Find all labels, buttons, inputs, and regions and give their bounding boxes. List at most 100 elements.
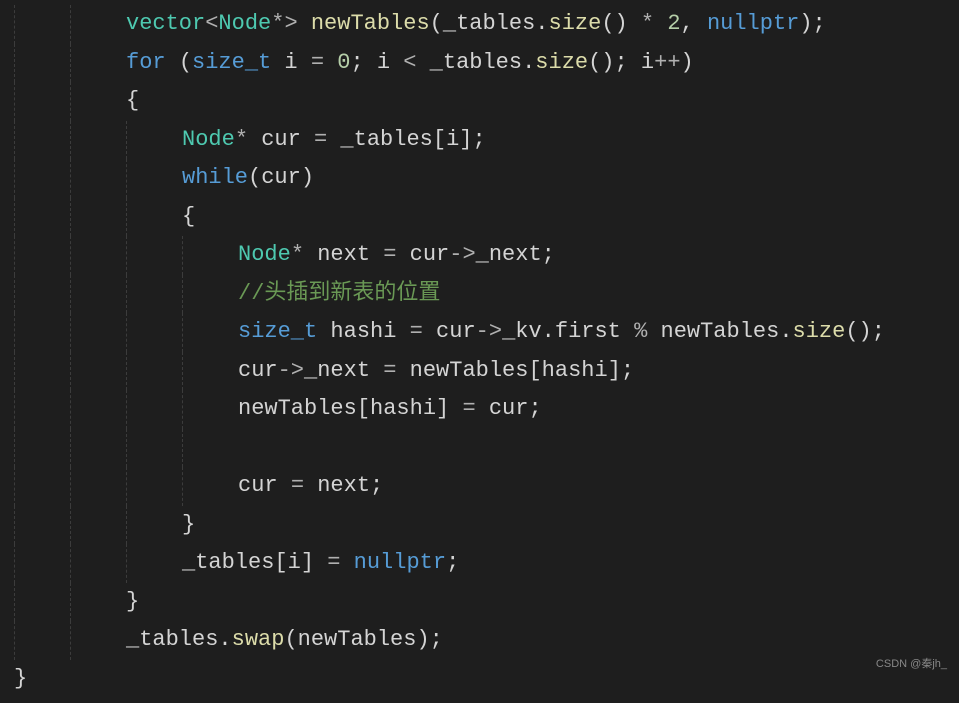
code-text: }: [0, 660, 27, 699]
token-type: Node: [218, 11, 271, 36]
token-text: _next: [476, 242, 542, 267]
token-text: [166, 50, 179, 75]
code-line[interactable]: for (size_t i = 0; i < _tables.size(); i…: [0, 44, 959, 83]
token-operator: *: [235, 127, 248, 152]
token-punct: [: [433, 127, 446, 152]
token-text: _tables: [126, 627, 218, 652]
token-punct: ];: [459, 127, 485, 152]
code-text: }: [0, 583, 139, 622]
token-punct: }: [182, 512, 195, 537]
token-punct: }: [126, 589, 139, 614]
token-text: [324, 50, 337, 75]
token-punct: ;: [528, 396, 541, 421]
token-number: 2: [667, 11, 680, 36]
token-text: newTables: [298, 627, 417, 652]
code-line[interactable]: _tables[i] = nullptr;: [0, 544, 959, 583]
code-line[interactable]: while(cur): [0, 159, 959, 198]
token-operator: =: [462, 396, 475, 421]
code-line[interactable]: //头插到新表的位置: [0, 275, 959, 314]
token-text: cur: [261, 165, 301, 190]
watermark-text: CSDN @秦jh_: [876, 655, 947, 674]
code-line[interactable]: Node* cur = _tables[i];: [0, 121, 959, 160]
token-text: _kv: [502, 319, 542, 344]
token-number: 0: [337, 50, 350, 75]
code-line[interactable]: newTables[hashi] = cur;: [0, 390, 959, 429]
code-line[interactable]: }: [0, 660, 959, 699]
token-operator: ++: [654, 50, 680, 75]
code-line[interactable]: [0, 429, 959, 468]
token-type: Node: [238, 242, 291, 267]
code-line[interactable]: {: [0, 82, 959, 121]
token-punct: ();: [588, 50, 628, 75]
token-punct: .: [542, 319, 555, 344]
token-text: i: [446, 127, 459, 152]
token-text: cur: [238, 473, 291, 498]
code-line[interactable]: {: [0, 198, 959, 237]
token-punct: .: [522, 50, 535, 75]
token-text: cur: [476, 396, 529, 421]
token-method: newTables: [311, 11, 430, 36]
code-editor[interactable]: vector<Node*> newTables(_tables.size() *…: [0, 0, 959, 703]
code-text: newTables[hashi] = cur;: [0, 390, 542, 429]
code-line[interactable]: cur = next;: [0, 467, 959, 506]
code-text: while(cur): [0, 159, 314, 198]
token-punct: (: [284, 627, 297, 652]
token-punct: ;: [446, 550, 459, 575]
token-text: cur: [238, 358, 278, 383]
code-text: vector<Node*> newTables(_tables.size() *…: [0, 5, 826, 44]
code-text: [0, 429, 251, 468]
token-punct: ;: [542, 242, 555, 267]
token-operator: *: [641, 11, 654, 36]
token-operator: <: [403, 50, 416, 75]
token-text: i: [364, 50, 404, 75]
code-line[interactable]: cur->_next = newTables[hashi];: [0, 352, 959, 391]
token-comment: //头插到新表的位置: [238, 281, 440, 306]
code-line[interactable]: vector<Node*> newTables(_tables.size() *…: [0, 5, 959, 44]
token-keyword: size_t: [238, 319, 317, 344]
code-line[interactable]: size_t hashi = cur->_kv.first % newTable…: [0, 313, 959, 352]
token-punct: .: [535, 11, 548, 36]
code-text: {: [0, 82, 139, 121]
token-text: _tables: [327, 127, 433, 152]
code-text: }: [0, 506, 195, 545]
token-operator: *: [271, 11, 284, 36]
token-punct: ];: [608, 358, 634, 383]
token-keyword: size_t: [192, 50, 271, 75]
token-method: size: [535, 50, 588, 75]
token-operator: %: [634, 319, 647, 344]
token-operator: =: [410, 319, 423, 344]
token-operator: ->: [449, 242, 475, 267]
code-text: _tables[i] = nullptr;: [0, 544, 459, 583]
code-text: for (size_t i = 0; i < _tables.size(); i…: [0, 44, 694, 83]
token-punct: .: [218, 627, 231, 652]
token-punct: ]: [436, 396, 449, 421]
token-text: [340, 550, 353, 575]
token-operator: >: [284, 11, 297, 36]
code-line[interactable]: _tables.swap(newTables);: [0, 621, 959, 660]
token-text: [654, 11, 667, 36]
code-line[interactable]: Node* next = cur->_next;: [0, 236, 959, 275]
token-punct: ,: [681, 11, 694, 36]
token-builtin: nullptr: [354, 550, 446, 575]
token-text: _tables: [182, 550, 274, 575]
token-text: next: [304, 473, 370, 498]
token-operator: =: [314, 127, 327, 152]
token-text: cur: [423, 319, 476, 344]
token-text: _tables: [443, 11, 535, 36]
token-text: newTables: [647, 319, 779, 344]
token-punct: .: [779, 319, 792, 344]
code-line[interactable]: }: [0, 506, 959, 545]
code-line[interactable]: }: [0, 583, 959, 622]
token-punct: ): [681, 50, 694, 75]
token-keyword: while: [182, 165, 248, 190]
token-punct: [: [274, 550, 287, 575]
token-text: i: [628, 50, 654, 75]
token-text: newTables: [238, 396, 357, 421]
token-type: Node: [182, 127, 235, 152]
token-text: [449, 396, 462, 421]
token-punct: {: [126, 88, 139, 113]
token-punct: (: [430, 11, 443, 36]
token-punct: (): [601, 11, 627, 36]
token-keyword: for: [126, 50, 166, 75]
token-operator: =: [311, 50, 324, 75]
